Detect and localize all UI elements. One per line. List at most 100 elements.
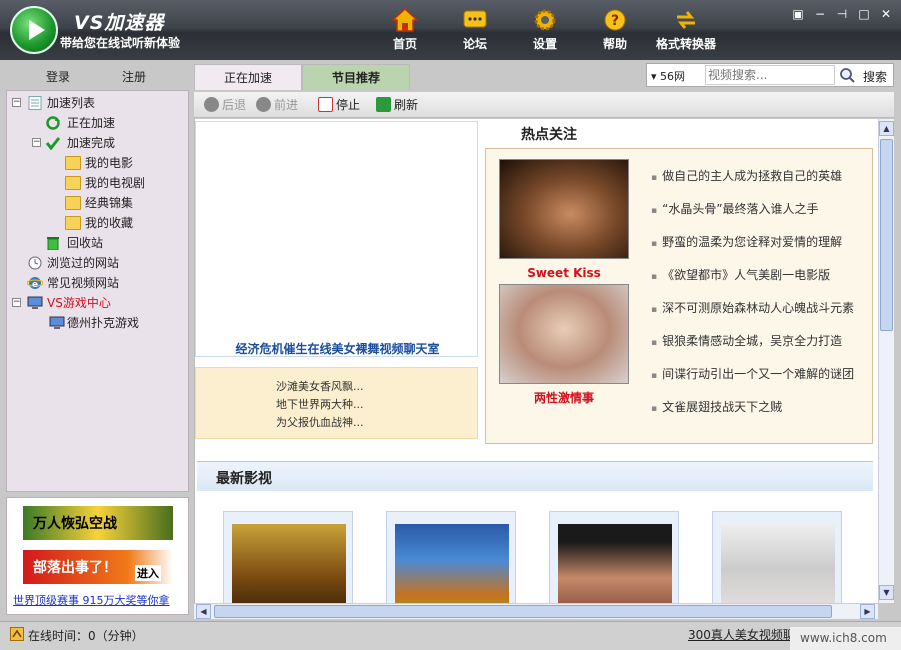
back-button[interactable]: 后退 <box>204 96 246 114</box>
nav-converter-label: 格式转换器 <box>655 37 716 51</box>
nav-forum-button[interactable]: 论坛 <box>440 8 510 52</box>
sidebar-tree: − 加速列表 正在加速 − 加速完成 我的电影 我的电视剧 经典锦集 我的收藏 … <box>6 90 189 492</box>
vertical-scroll-thumb[interactable] <box>880 139 893 331</box>
hot-image-sweet-kiss[interactable] <box>499 159 629 259</box>
hot-item[interactable]: 野蛮的温柔为您诠释对爱情的理解 <box>651 233 842 250</box>
register-link[interactable]: 注册 <box>122 68 146 85</box>
minimize-icon[interactable]: − <box>811 6 829 22</box>
svg-text:e: e <box>32 280 38 290</box>
recycle-icon <box>47 237 59 250</box>
banner-title-link[interactable]: 经济危机催生在线美女裸舞视频聊天室 <box>196 340 479 357</box>
convert-icon <box>677 11 695 29</box>
banner-area[interactable]: 经济危机催生在线美女裸舞视频聊天室 <box>195 121 478 357</box>
movie-thumb[interactable] <box>223 511 353 603</box>
tree-item-my-movies[interactable]: 我的电影 <box>7 153 188 173</box>
tree-item-label: 我的电影 <box>85 156 134 170</box>
hot-caption[interactable]: 两性激情事 <box>499 389 629 406</box>
tree-item-label: 德州扑克游戏 <box>67 316 140 330</box>
tree-item-poker-game[interactable]: 德州扑克游戏 <box>7 313 188 333</box>
movie-thumb[interactable] <box>712 511 842 603</box>
search-site-select[interactable]: ▾ 56网 <box>651 68 685 84</box>
stop-label: 停止 <box>336 98 361 112</box>
close-icon[interactable]: ✕ <box>877 6 895 22</box>
maximize-icon[interactable]: □ <box>855 6 873 22</box>
login-link[interactable]: 登录 <box>46 68 70 85</box>
app-title: VS加速器 <box>74 12 165 34</box>
tree-item-label: 经典锦集 <box>85 196 134 210</box>
hot-item[interactable]: 文雀展翅技战天下之贼 <box>651 398 782 415</box>
ad-text-link[interactable]: 世界顶级赛事 915万大奖等你拿 <box>13 592 170 608</box>
search-icon[interactable] <box>839 67 855 83</box>
hot-item[interactable]: “水晶头骨”最终落入谁人之手 <box>651 200 818 217</box>
hot-item[interactable]: 《欲望都市》人气美剧一电影版 <box>651 266 830 283</box>
tree-item-recycle-bin[interactable]: 回收站 <box>7 233 188 253</box>
search-site-label: 56网 <box>660 70 686 83</box>
tab-accelerating[interactable]: 正在加速 <box>194 64 302 90</box>
banner-link[interactable]: 为父报仇血战神... <box>276 414 364 430</box>
tree-item-history[interactable]: 浏览过的网站 <box>7 253 188 273</box>
horizontal-scrollbar[interactable]: ◀ ▶ <box>194 603 878 619</box>
scroll-right-icon[interactable]: ▶ <box>860 604 875 619</box>
status-bar: 在线时间：0（分钟） 300真人美女视频聊天(0视频直播) <box>0 621 901 650</box>
scroll-down-icon[interactable]: ▼ <box>879 585 894 600</box>
restore-icon[interactable]: ▣ <box>789 6 807 22</box>
stop-button[interactable]: 停止 <box>318 96 360 114</box>
nav-settings-button[interactable]: 设置 <box>510 8 580 52</box>
ad-banner-air-battle[interactable]: 万人恢弘空战 <box>23 506 173 540</box>
hot-caption[interactable]: Sweet Kiss <box>499 266 629 280</box>
folder-icon <box>65 156 81 170</box>
tree-item-accelerating[interactable]: 正在加速 <box>7 113 188 133</box>
collapse-toggle[interactable]: − <box>12 98 21 107</box>
search-input[interactable] <box>705 65 835 85</box>
app-logo-icon <box>10 6 58 54</box>
pin-icon[interactable]: ⊣ <box>833 6 851 22</box>
window-controls: ▣ − ⊣ □ ✕ <box>789 6 895 22</box>
tree-item-favorites[interactable]: 我的收藏 <box>7 213 188 233</box>
refresh-icon <box>376 97 391 112</box>
movie-thumb[interactable] <box>386 511 516 603</box>
title-bar: VS加速器 带给您在线试听新体验 首页 论坛 设置 ? 帮助 格式转换器 ▣ −… <box>0 0 901 60</box>
nav-settings-label: 设置 <box>532 37 557 51</box>
hot-item[interactable]: 银狼柔情感动全城，吴京全力打造 <box>651 332 842 349</box>
horizontal-scroll-thumb[interactable] <box>214 605 832 618</box>
collapse-toggle[interactable]: − <box>12 298 21 307</box>
forward-label: 前进 <box>274 98 299 112</box>
nav-help-label: 帮助 <box>602 37 627 51</box>
ad-banner-tribe[interactable]: 部落出事了！ 进入 <box>23 550 173 584</box>
banner-link[interactable]: 地下世界两大种... <box>276 396 364 412</box>
banner-link[interactable]: 沙滩美女香风飘... <box>276 378 364 394</box>
collapse-toggle[interactable]: − <box>32 138 41 147</box>
hot-image-couple[interactable] <box>499 284 629 384</box>
search-button[interactable]: 搜索 <box>863 68 887 85</box>
tree-item-completed[interactable]: − 加速完成 <box>7 133 188 153</box>
svg-text:?: ? <box>611 13 619 29</box>
status-icon <box>10 627 24 641</box>
hot-item[interactable]: 间谍行动引出一个又一个难解的谜团 <box>651 365 854 382</box>
movie-thumb[interactable] <box>549 511 679 603</box>
forward-button[interactable]: 前进 <box>256 96 298 114</box>
tree-item-label: 浏览过的网站 <box>47 256 120 270</box>
nav-help-button[interactable]: ? 帮助 <box>580 8 650 52</box>
tree-item-speedup-list[interactable]: − 加速列表 <box>7 93 188 113</box>
watermark: www.ich8.com <box>790 627 901 650</box>
tree-item-classics[interactable]: 经典锦集 <box>7 193 188 213</box>
account-tabs: 登录 注册 <box>6 64 189 90</box>
scroll-left-icon[interactable]: ◀ <box>196 604 211 619</box>
tree-item-my-tv[interactable]: 我的电视剧 <box>7 173 188 193</box>
hot-item[interactable]: 深不可测原始森林动人心魄战斗元素 <box>651 299 854 316</box>
tree-item-label: 我的电视剧 <box>85 176 146 190</box>
vertical-scrollbar[interactable]: ▲ ▼ <box>878 119 894 603</box>
gear-icon <box>534 9 556 31</box>
tree-item-game-center[interactable]: − VS游戏中心 <box>7 293 188 313</box>
tab-recommend[interactable]: 节目推荐 <box>302 64 410 90</box>
scroll-up-icon[interactable]: ▲ <box>879 121 894 136</box>
back-arrow-icon <box>204 97 219 112</box>
hot-item[interactable]: 做自己的主人成为拯救自己的英雄 <box>651 167 842 184</box>
browser-toolbar: 后退 前进 停止 刷新 <box>194 92 894 118</box>
ad-enter-button[interactable]: 进入 <box>135 565 161 581</box>
nav-converter-button[interactable]: 格式转换器 <box>650 8 722 52</box>
nav-home-button[interactable]: 首页 <box>370 8 440 52</box>
refresh-button[interactable]: 刷新 <box>376 96 418 114</box>
nav-home-label: 首页 <box>392 37 417 51</box>
tree-item-video-sites[interactable]: e 常见视频网站 <box>7 273 188 293</box>
